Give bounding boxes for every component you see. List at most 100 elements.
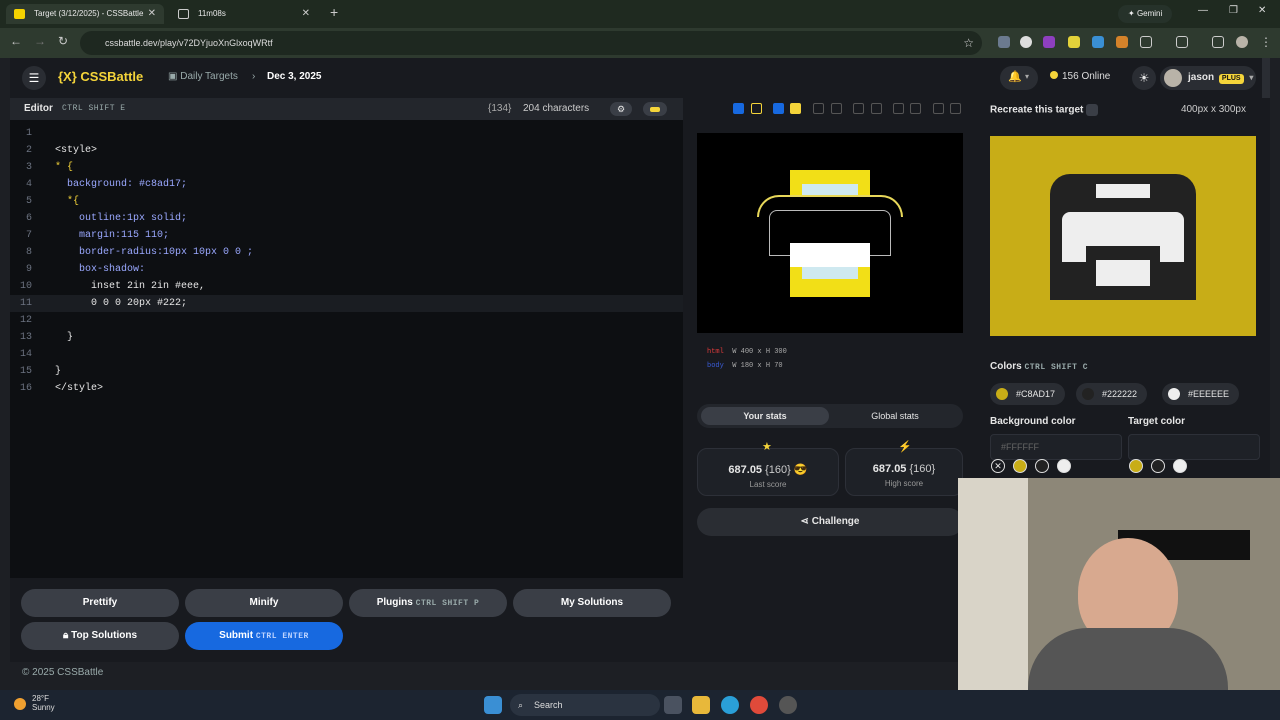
chrome-icon[interactable] <box>750 696 768 714</box>
editor-header: Editor CTRL SHIFT E {134} 204 characters… <box>10 98 683 120</box>
submit-button[interactable]: Submit CTRL ENTER <box>185 622 343 650</box>
tool-icon[interactable] <box>893 103 904 114</box>
windows-start-icon[interactable] <box>484 696 502 714</box>
grid-icon[interactable] <box>871 103 882 114</box>
code-line[interactable]: 2 <style> <box>10 142 683 159</box>
address-bar[interactable]: cssbattle.dev/play/v72DYjuoXnGlxoqWRtf ☆ <box>80 31 982 55</box>
overlay-checkbox[interactable] <box>773 103 784 114</box>
swatch-yellow[interactable] <box>1013 459 1027 473</box>
restore-icon[interactable]: ❐ <box>1229 5 1238 16</box>
close-tab-icon[interactable]: ✕ <box>302 4 310 24</box>
code-line[interactable]: 7 margin:115 110; <box>10 227 683 244</box>
top-solutions-button[interactable]: 🔒︎ Top Solutions <box>21 622 179 650</box>
slide-compare-checkbox[interactable] <box>733 103 744 114</box>
target-panel: Recreate this target 400px x 300px Color… <box>976 98 1270 478</box>
app-icon[interactable] <box>779 696 797 714</box>
forward-icon[interactable]: → <box>34 34 46 48</box>
bell-icon: 🔔 <box>1008 71 1022 83</box>
user-menu[interactable]: jason PLUS ▾ <box>1160 66 1256 90</box>
reload-icon[interactable]: ↻ <box>58 34 68 48</box>
extensions-puzzle-icon[interactable] <box>1140 36 1152 48</box>
target-color-input[interactable] <box>1128 434 1260 460</box>
background-color-input[interactable]: #FFFFFF <box>990 434 1122 460</box>
swatch-light[interactable] <box>1057 459 1071 473</box>
hamburger-menu-icon[interactable]: ☰ <box>22 66 46 90</box>
close-tab-icon[interactable]: ✕ <box>148 4 156 24</box>
code-line[interactable]: 12 <box>10 312 683 329</box>
extension-icon[interactable] <box>998 36 1010 48</box>
breadcrumb-daily-targets[interactable]: ▣ Daily Targets <box>168 71 238 82</box>
new-tab-icon[interactable]: + <box>330 4 338 20</box>
edge-icon[interactable] <box>721 696 739 714</box>
copy-icon[interactable] <box>1086 104 1099 116</box>
code-line[interactable]: 14 <box>10 346 683 363</box>
code-line[interactable]: 1 <box>10 125 683 142</box>
target-image[interactable] <box>990 136 1256 336</box>
color-chip[interactable]: #222222 <box>1076 383 1148 405</box>
extension-icon[interactable] <box>1092 36 1104 48</box>
tool-icon[interactable] <box>813 103 824 114</box>
scrollbar[interactable] <box>1262 58 1270 98</box>
editor-theme-toggle[interactable] <box>643 102 667 116</box>
minify-button[interactable]: Minify <box>185 589 343 617</box>
my-solutions-button[interactable]: My Solutions <box>513 589 671 617</box>
tab-your-stats[interactable]: Your stats <box>701 407 829 425</box>
code-line[interactable]: 5 *{ <box>10 193 683 210</box>
tab-global-stats[interactable]: Global stats <box>831 407 959 425</box>
profile-avatar[interactable] <box>1236 36 1248 48</box>
reading-list-icon[interactable] <box>1212 36 1224 48</box>
code-editor[interactable]: Editor CTRL SHIFT E {134} 204 characters… <box>10 98 683 578</box>
highlight-icon[interactable] <box>790 103 801 114</box>
tool-icon[interactable] <box>853 103 864 114</box>
extension-icon[interactable] <box>1020 36 1032 48</box>
output-canvas[interactable] <box>697 133 963 333</box>
code-line[interactable]: 16 </style> <box>10 380 683 397</box>
fullscreen-icon[interactable] <box>950 103 961 114</box>
gemini-button[interactable]: ✦ Gemini <box>1118 5 1173 23</box>
swatch-light[interactable] <box>1173 459 1187 473</box>
back-icon[interactable]: ← <box>10 34 22 48</box>
tool-icon[interactable] <box>933 103 944 114</box>
code-line[interactable]: 10 inset 2in 2in #eee, <box>10 278 683 295</box>
code-line[interactable]: 13 } <box>10 329 683 346</box>
weather-widget[interactable]: 28°F Sunny <box>14 694 55 712</box>
code-line[interactable]: 11 0 0 0 20px #222; <box>10 295 683 312</box>
tool-icon[interactable] <box>831 103 842 114</box>
bookmark-star-icon[interactable]: ☆ <box>963 31 974 55</box>
file-explorer-icon[interactable] <box>692 696 710 714</box>
cast-icon[interactable] <box>1176 36 1188 48</box>
close-window-icon[interactable]: ✕ <box>1258 5 1266 16</box>
taskbar-search[interactable]: ⌕ Search <box>510 694 660 716</box>
browser-tab-cssbattle[interactable]: Target (3/12/2025) - CSSBattle ✕ <box>6 4 164 24</box>
code-text: } <box>55 332 74 343</box>
swatch-yellow[interactable] <box>1129 459 1143 473</box>
task-view-icon[interactable] <box>664 696 682 714</box>
challenge-button[interactable]: ⋖ Challenge <box>697 508 963 536</box>
color-chip[interactable]: #C8AD17 <box>990 383 1066 405</box>
code-lines[interactable]: 1 2 <style> 3 * {4 background: #c8ad17; 5 *{6… <box>10 125 683 397</box>
extension-icon[interactable] <box>1068 36 1080 48</box>
swatch-dark[interactable] <box>1151 459 1165 473</box>
code-line[interactable]: 3 * { <box>10 159 683 176</box>
code-line[interactable]: 9 box-shadow: <box>10 261 683 278</box>
browser-menu-icon[interactable]: ⋮ <box>1260 35 1272 49</box>
prettify-button[interactable]: Prettify <box>21 589 179 617</box>
minimize-icon[interactable]: — <box>1198 5 1208 16</box>
color-chip[interactable]: #EEEEEE <box>1162 383 1240 405</box>
extension-icon[interactable] <box>1043 36 1055 48</box>
cssbattle-logo[interactable]: {X} CSSBattle <box>58 69 143 84</box>
plugins-button[interactable]: Plugins CTRL SHIFT P <box>349 589 507 617</box>
code-line[interactable]: 15} <box>10 363 683 380</box>
tool-icon[interactable] <box>910 103 921 114</box>
clear-color-icon[interactable]: ✕ <box>991 459 1005 473</box>
theme-toggle-sun-icon[interactable]: ☀ <box>1132 66 1156 90</box>
code-line[interactable]: 6 outline:1px solid; <box>10 210 683 227</box>
code-line[interactable]: 8 border-radius:10px 10px 0 0 ; <box>10 244 683 261</box>
diff-icon[interactable] <box>751 103 762 114</box>
code-line[interactable]: 4 background: #c8ad17; <box>10 176 683 193</box>
browser-tab-timer[interactable]: 11m08s ✕ <box>170 4 318 24</box>
settings-gear-icon[interactable]: ⚙ <box>610 102 632 116</box>
notifications-button[interactable]: 🔔 ▾ <box>1000 66 1038 90</box>
extension-icon[interactable] <box>1116 36 1128 48</box>
swatch-dark[interactable] <box>1035 459 1049 473</box>
